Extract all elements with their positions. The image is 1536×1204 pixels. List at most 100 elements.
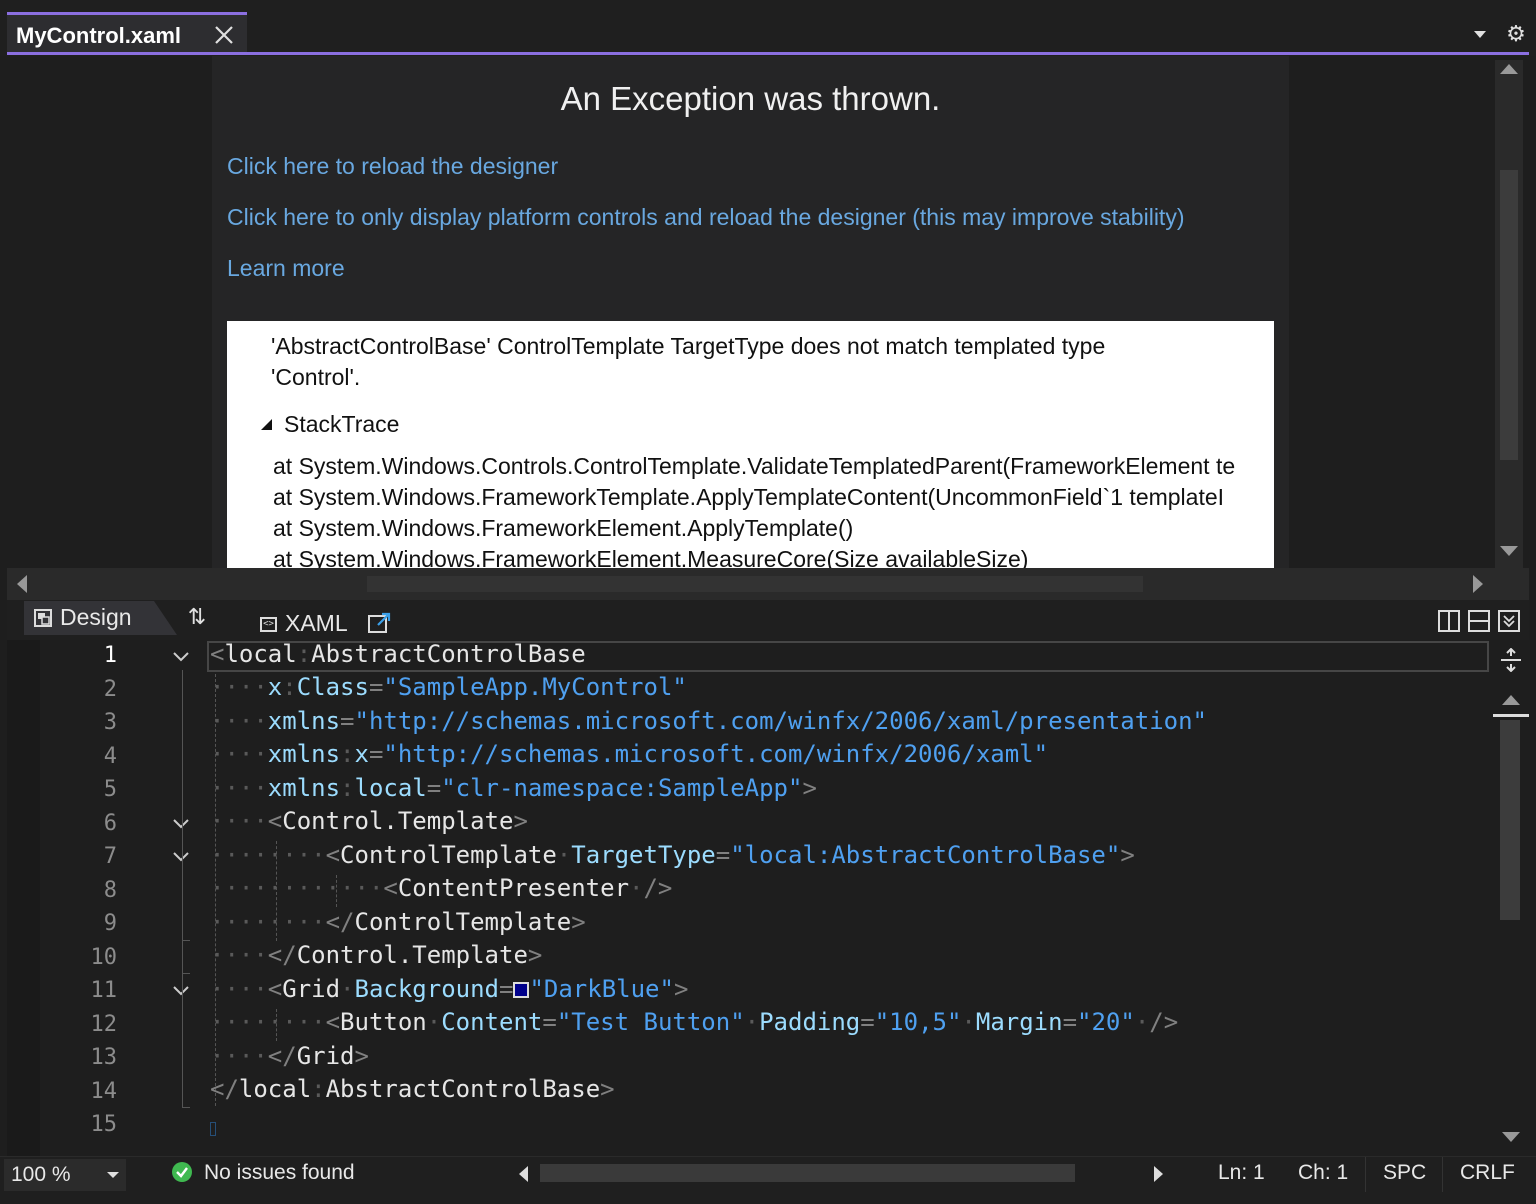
line-number: 4 [103, 744, 117, 769]
fold-chevron-icon[interactable] [172, 851, 190, 863]
code-line-5: ····xmlns:local="clr-namespace:SampleApp… [210, 774, 817, 802]
separator [1442, 1157, 1443, 1193]
tab-design[interactable]: Design [24, 601, 177, 635]
code-line-8: ············<ContentPresenter·/> [210, 874, 673, 902]
fold-chevron-icon[interactable] [172, 651, 190, 663]
stacktrace-line: at System.Windows.FrameworkElement.Measu… [273, 546, 1029, 568]
swap-panes-icon[interactable]: ⇅ [185, 605, 209, 631]
chevron-down-icon[interactable] [1472, 26, 1488, 42]
fold-guide-end [182, 1107, 190, 1108]
caret-position-marker [1493, 714, 1529, 717]
document-tab-strip: MyControl.xaml ⚙ [0, 0, 1536, 56]
fold-guide [182, 670, 183, 1107]
gear-icon[interactable]: ⚙ [1505, 24, 1527, 46]
scroll-left-arrow-icon[interactable] [519, 1166, 528, 1182]
code-line-3: ····xmlns="http://schemas.microsoft.com/… [210, 707, 1208, 735]
scroll-down-arrow-icon[interactable] [1502, 1132, 1520, 1142]
stacktrace-list: at System.Windows.Controls.ControlTempla… [273, 451, 1243, 568]
learn-more-link[interactable]: Learn more [227, 255, 345, 282]
scroll-up-arrow-icon[interactable] [1500, 64, 1518, 74]
whitespace-mode[interactable]: SPC [1383, 1161, 1426, 1185]
line-indicator[interactable]: Ln: 1 [1218, 1161, 1265, 1185]
stacktrace-expander[interactable]: StackTrace [261, 411, 399, 438]
close-icon[interactable] [213, 24, 235, 46]
issues-status[interactable]: No issues found [204, 1161, 355, 1185]
separator [1365, 1157, 1366, 1193]
code-line-10: ····</Control.Template> [210, 941, 543, 969]
stacktrace-label: StackTrace [284, 411, 400, 437]
scroll-thumb[interactable] [1500, 720, 1520, 920]
scroll-up-arrow-icon[interactable] [1502, 695, 1520, 705]
design-vertical-scrollbar[interactable] [1495, 60, 1523, 568]
scroll-left-arrow-icon[interactable] [17, 575, 27, 593]
line-number: 1 [103, 643, 117, 668]
platform-controls-reload-link[interactable]: Click here to only display platform cont… [227, 204, 1184, 231]
vertical-split-icon[interactable] [1438, 610, 1460, 632]
stacktrace-line: at System.Windows.FrameworkElement.Apply… [273, 515, 854, 541]
view-switcher-bar: Design ⇅ <> XAML [7, 600, 1529, 640]
zoom-dropdown[interactable]: 100 % [4, 1159, 126, 1191]
scroll-thumb[interactable] [367, 576, 1143, 592]
design-pane: An Exception was thrown. Click here to r… [7, 56, 1529, 568]
fold-chevron-icon[interactable] [172, 985, 190, 997]
line-number: 10 [90, 945, 118, 970]
tab-design-label: Design [60, 604, 132, 630]
tab-title: MyControl.xaml [16, 23, 182, 48]
zoom-value: 100 % [11, 1163, 71, 1186]
column-indicator[interactable]: Ch: 1 [1298, 1161, 1348, 1185]
line-number: 8 [103, 878, 117, 903]
reload-designer-link[interactable]: Click here to reload the designer [227, 153, 558, 180]
check-circle-icon [172, 1162, 192, 1182]
xaml-file-icon: <> [260, 617, 277, 632]
scroll-thumb[interactable] [1500, 170, 1518, 460]
line-number: 9 [103, 911, 117, 936]
error-message: 'AbstractControlBase' ControlTemplate Ta… [271, 333, 1106, 390]
xaml-code-editor[interactable]: 1 2 3 4 5 6 7 8 9 10 11 12 13 14 15 <loc… [0, 640, 1536, 1156]
popout-icon[interactable] [368, 612, 392, 634]
line-number: 15 [90, 1112, 118, 1137]
editor-horizontal-scroll-thumb[interactable] [540, 1164, 1075, 1182]
line-number-gutter: 1 2 3 4 5 6 7 8 9 10 11 12 13 14 15 [40, 640, 200, 1156]
collapse-pane-icon[interactable] [1498, 610, 1520, 632]
document-tab[interactable]: MyControl.xaml [7, 12, 247, 54]
designer-surface: An Exception was thrown. Click here to r… [212, 56, 1289, 568]
split-editor-handle-icon[interactable] [1499, 648, 1523, 672]
exception-title: An Exception was thrown. [560, 80, 941, 117]
horizontal-split-icon[interactable] [1468, 610, 1490, 632]
line-ending-mode[interactable]: CRLF [1460, 1161, 1515, 1185]
code-line-12: ········<Button·Content="Test Button"·Pa… [210, 1008, 1179, 1036]
code-line-2: ····x:Class="SampleApp.MyControl" [210, 673, 687, 701]
tab-xaml-label: XAML [285, 610, 348, 636]
line-number: 11 [90, 978, 118, 1003]
code-line-1: <local:AbstractControlBase [210, 640, 586, 668]
code-line-7: ········<ControlTemplate·TargetType="loc… [210, 841, 1135, 869]
code-line-11: ····<Grid·Background= "DarkBlue"> [210, 975, 689, 1003]
code-line-4: ····xmlns:x="http://schemas.microsoft.co… [210, 740, 1049, 768]
scroll-right-arrow-icon[interactable] [1154, 1166, 1163, 1182]
line-number: 12 [90, 1012, 118, 1037]
fold-guide-end [182, 940, 190, 941]
line-number: 6 [103, 811, 117, 836]
fold-guide-end [182, 973, 190, 974]
exception-details-box: 'AbstractControlBase' ControlTemplate Ta… [227, 321, 1274, 568]
code-line-9: ········</ControlTemplate> [210, 908, 586, 936]
expand-triangle-icon [261, 419, 272, 430]
selection-margin [7, 640, 40, 1156]
scroll-right-arrow-icon[interactable] [1473, 575, 1483, 593]
window-bottom-edge [0, 1192, 1536, 1204]
fold-chevron-icon[interactable] [172, 818, 190, 830]
stacktrace-line: at System.Windows.Controls.ControlTempla… [273, 453, 1236, 479]
design-horizontal-scrollbar[interactable] [7, 568, 1529, 600]
code-line-13: ····</Grid> [210, 1042, 369, 1070]
code-line-6: ····<Control.Template> [210, 807, 528, 835]
code-line-14: </local:AbstractControlBase> [210, 1075, 615, 1103]
editor-vertical-scrollbar[interactable] [1493, 640, 1529, 1156]
line-number: 14 [90, 1079, 118, 1104]
line-number: 7 [103, 844, 117, 869]
design-view-icon [34, 609, 52, 627]
scroll-down-arrow-icon[interactable] [1500, 546, 1518, 556]
tab-accent-line [7, 52, 1529, 55]
color-swatch[interactable] [513, 982, 530, 998]
line-number: 13 [90, 1045, 118, 1070]
text-caret [210, 1122, 216, 1136]
